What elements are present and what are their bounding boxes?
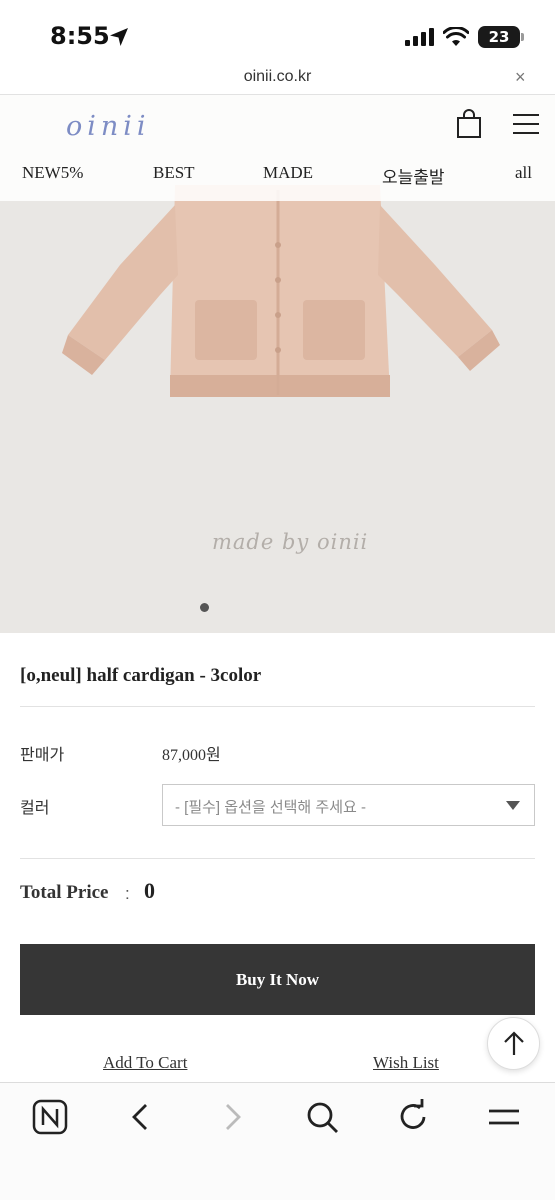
forward-icon[interactable] bbox=[212, 1097, 252, 1137]
dropdown-arrow-icon bbox=[506, 801, 520, 810]
price-label: 판매가 bbox=[20, 747, 65, 764]
browser-toolbar bbox=[0, 1082, 555, 1200]
carousel-dot[interactable] bbox=[200, 603, 209, 612]
refresh-icon[interactable] bbox=[393, 1097, 433, 1137]
cellular-signal-icon bbox=[405, 28, 434, 46]
total-price-separator: : bbox=[125, 884, 130, 903]
naver-home-icon[interactable] bbox=[30, 1097, 70, 1137]
wish-list-link[interactable]: Wish List bbox=[373, 1053, 439, 1073]
buy-it-now-button[interactable]: Buy It Now bbox=[20, 944, 535, 1015]
color-label: 컬러 bbox=[20, 800, 50, 817]
menu-icon[interactable] bbox=[513, 113, 539, 135]
color-select-placeholder: - [필수] 옵션을 선택해 주세요 - bbox=[175, 799, 366, 816]
category-nav: NEW5% BEST MADE 오늘출발 all bbox=[0, 163, 555, 191]
back-icon[interactable] bbox=[121, 1097, 161, 1137]
price-value: 87,000원 bbox=[162, 747, 221, 764]
nav-item-today-ship[interactable]: 오늘출발 bbox=[382, 163, 445, 188]
divider bbox=[20, 706, 535, 707]
browser-url-bar[interactable]: oinii.co.kr × bbox=[0, 62, 555, 95]
arrow-up-icon bbox=[504, 1031, 524, 1055]
nav-item-made[interactable]: MADE bbox=[263, 163, 313, 183]
watermark-text: made by oinii bbox=[212, 530, 369, 554]
total-price-value: 0 bbox=[144, 878, 155, 903]
menu-icon[interactable] bbox=[484, 1097, 524, 1137]
shopping-bag-icon[interactable] bbox=[456, 109, 482, 139]
close-icon[interactable]: × bbox=[515, 67, 526, 88]
battery-indicator: 23 bbox=[478, 26, 520, 48]
site-header: oinii NEW5% BEST MADE 오늘출발 all bbox=[0, 95, 555, 201]
search-icon[interactable] bbox=[302, 1097, 342, 1137]
scroll-to-top-button[interactable] bbox=[487, 1017, 540, 1070]
status-time: 8:55 bbox=[50, 22, 110, 50]
location-arrow-icon bbox=[110, 28, 128, 46]
color-select[interactable]: - [필수] 옵션을 선택해 주세요 - bbox=[162, 784, 535, 826]
url-text[interactable]: oinii.co.kr bbox=[0, 68, 555, 86]
site-logo[interactable]: oinii bbox=[66, 111, 151, 142]
add-to-cart-link[interactable]: Add To Cart bbox=[103, 1053, 187, 1073]
nav-item-new[interactable]: NEW5% bbox=[22, 163, 83, 183]
battery-nub bbox=[521, 33, 524, 41]
status-bar: 8:55 23 bbox=[0, 0, 555, 62]
divider bbox=[20, 858, 535, 859]
nav-item-best[interactable]: BEST bbox=[153, 163, 195, 183]
total-price-label: Total Price bbox=[20, 882, 109, 903]
nav-item-all[interactable]: all bbox=[515, 163, 532, 183]
wifi-icon bbox=[443, 27, 469, 46]
product-title: [o,neul] half cardigan - 3color bbox=[20, 665, 262, 686]
